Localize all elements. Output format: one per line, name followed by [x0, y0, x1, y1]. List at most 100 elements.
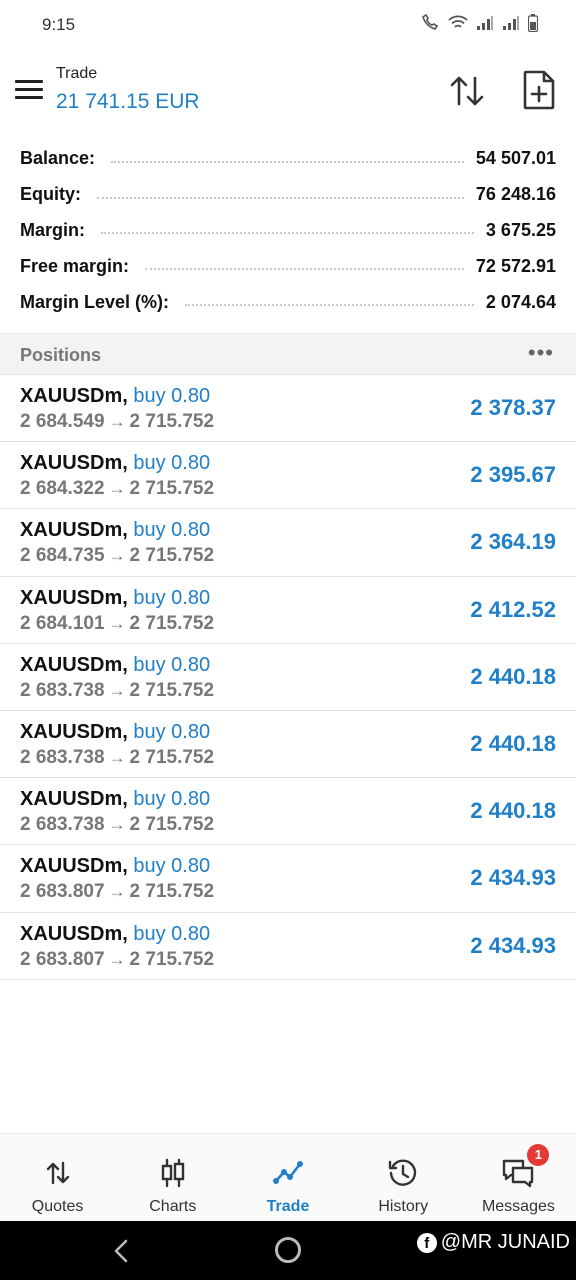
position-symbol: XAUUSDm, [20, 586, 128, 609]
home-icon[interactable] [275, 1237, 301, 1263]
position-type: buy 0.80 [133, 452, 211, 475]
current-price: 2 715.752 [129, 478, 215, 500]
account-label: Equity: [20, 184, 81, 205]
open-price: 2 683.738 [20, 814, 105, 836]
nav-label: Quotes [31, 1198, 84, 1215]
arrow-right-icon: → [108, 747, 126, 767]
open-price: 2 684.549 [20, 411, 105, 432]
open-price: 2 684.101 [20, 612, 105, 634]
nav-quotes[interactable]: Quotes [0, 1134, 115, 1221]
account-label: Free margin: [20, 255, 130, 276]
signal-icon-2 [503, 16, 519, 30]
quotes-icon [41, 1156, 75, 1190]
charts-icon [156, 1156, 190, 1190]
arrow-right-icon: → [108, 412, 126, 431]
position-symbol: XAUUSDm, [20, 788, 128, 811]
messages-icon: 1 [501, 1144, 550, 1190]
nav-label: Messages [481, 1198, 555, 1215]
position-row[interactable]: XAUUSDm, buy 0.80 2 683.738 → 2 715.752 2 … [0, 644, 576, 711]
position-profit: 2 412.52 [470, 596, 556, 622]
position-symbol: XAUUSDm, [20, 452, 128, 475]
notification-badge: 1 [527, 1144, 550, 1166]
account-profit: 21 741.15 EUR [56, 90, 200, 113]
history-icon [386, 1156, 420, 1190]
app-header: Trade 21 741.15 EUR [0, 52, 576, 130]
position-profit: 2 378.37 [470, 395, 556, 420]
positions-header: Positions ••• [0, 333, 576, 375]
position-row[interactable]: XAUUSDm, buy 0.80 2 683.738 → 2 715.752 2 … [0, 778, 576, 846]
position-profit: 2 434.93 [470, 865, 556, 891]
signal-icon [477, 16, 493, 30]
position-profit: 2 440.18 [470, 798, 556, 824]
more-options-icon[interactable]: ••• [528, 342, 554, 364]
position-type: buy 0.80 [133, 519, 211, 542]
account-value: 76 248.16 [475, 184, 556, 205]
account-row-free-margin: Free margin: 72 572.91 [0, 248, 576, 284]
trade-icon [271, 1156, 305, 1190]
dotted-leader [101, 232, 474, 235]
current-price: 2 715.752 [129, 411, 215, 432]
sort-icon[interactable] [448, 72, 486, 110]
menu-icon [15, 79, 43, 83]
open-price: 2 683.738 [20, 746, 105, 768]
battery-icon [528, 14, 538, 32]
position-row[interactable]: XAUUSDm, buy 0.80 2 684.735 → 2 715.752 2 … [0, 509, 576, 577]
nav-history[interactable]: History [346, 1134, 461, 1221]
position-profit: 2 395.67 [470, 462, 556, 488]
nav-charts[interactable]: Charts [115, 1134, 230, 1221]
open-price: 2 683.738 [20, 679, 105, 701]
account-row-margin-level: Margin Level (%): 2 074.64 [0, 284, 576, 320]
open-price: 2 684.735 [20, 545, 105, 567]
account-value: 54 507.01 [475, 148, 556, 169]
position-profit: 2 440.18 [470, 730, 556, 756]
position-row[interactable]: XAUUSDm, buy 0.80 2 683.807 → 2 715.752 2 … [0, 913, 576, 980]
position-type: buy 0.80 [133, 788, 211, 811]
dotted-leader [185, 304, 474, 307]
account-value: 72 572.91 [475, 255, 556, 276]
dotted-leader [145, 268, 464, 271]
position-type: buy 0.80 [133, 720, 211, 743]
position-row[interactable]: XAUUSDm, buy 0.80 2 683.807 → 2 715.752 2 … [0, 845, 576, 913]
arrow-right-icon: → [108, 546, 126, 566]
page-title: Trade [56, 65, 98, 82]
arrow-right-icon: → [108, 882, 126, 902]
watermark: f @MR JUNAID [416, 1231, 570, 1254]
current-price: 2 715.752 [129, 814, 215, 836]
account-summary: Balance: 54 507.01 Equity: 76 248.16 Mar… [0, 141, 576, 320]
position-row[interactable]: XAUUSDm, buy 0.80 2 683.738 → 2 715.752 2 … [0, 711, 576, 779]
current-price: 2 715.752 [129, 679, 215, 701]
wifi-call-icon [422, 14, 439, 30]
position-type: buy 0.80 [133, 385, 211, 407]
dotted-leader [111, 160, 464, 163]
account-value: 2 074.64 [485, 291, 556, 312]
positions-list: XAUUSDm, buy 0.80 2 684.549 → 2 715.752 2 … [0, 375, 576, 980]
position-symbol: XAUUSDm, [20, 653, 128, 676]
nav-trade[interactable]: Trade [230, 1134, 345, 1221]
arrow-right-icon: → [108, 613, 126, 633]
new-order-icon[interactable] [522, 70, 556, 110]
menu-button[interactable] [12, 72, 46, 106]
position-row[interactable]: XAUUSDm, buy 0.80 2 684.549 → 2 715.752 2 … [0, 375, 576, 443]
status-time: 9:15 [42, 15, 76, 34]
position-symbol: XAUUSDm, [20, 720, 128, 743]
arrow-right-icon: → [108, 680, 126, 700]
nav-messages[interactable]: 1 Messages [461, 1134, 576, 1221]
account-row-balance: Balance: 54 507.01 [0, 141, 576, 177]
position-symbol: XAUUSDm, [20, 922, 128, 945]
current-price: 2 715.752 [129, 612, 215, 634]
account-label: Margin: [20, 219, 85, 240]
position-symbol: XAUUSDm, [20, 855, 128, 878]
back-icon[interactable] [110, 1238, 134, 1264]
account-label: Margin Level (%): [20, 291, 170, 312]
bottom-nav: Quotes Charts Trade History 1 Messages [0, 1133, 576, 1221]
facebook-icon: f [416, 1232, 437, 1253]
arrow-right-icon: → [108, 815, 126, 835]
position-profit: 2 364.19 [470, 529, 556, 555]
account-row-equity: Equity: 76 248.16 [0, 177, 576, 213]
position-row[interactable]: XAUUSDm, buy 0.80 2 684.101 → 2 715.752 2 … [0, 577, 576, 644]
position-row[interactable]: XAUUSDm, buy 0.80 2 684.322 → 2 715.752 2 … [0, 442, 576, 510]
current-price: 2 715.752 [129, 948, 215, 970]
arrow-right-icon: → [108, 479, 126, 499]
account-row-margin: Margin: 3 675.25 [0, 213, 576, 249]
arrow-right-icon: → [108, 949, 126, 969]
